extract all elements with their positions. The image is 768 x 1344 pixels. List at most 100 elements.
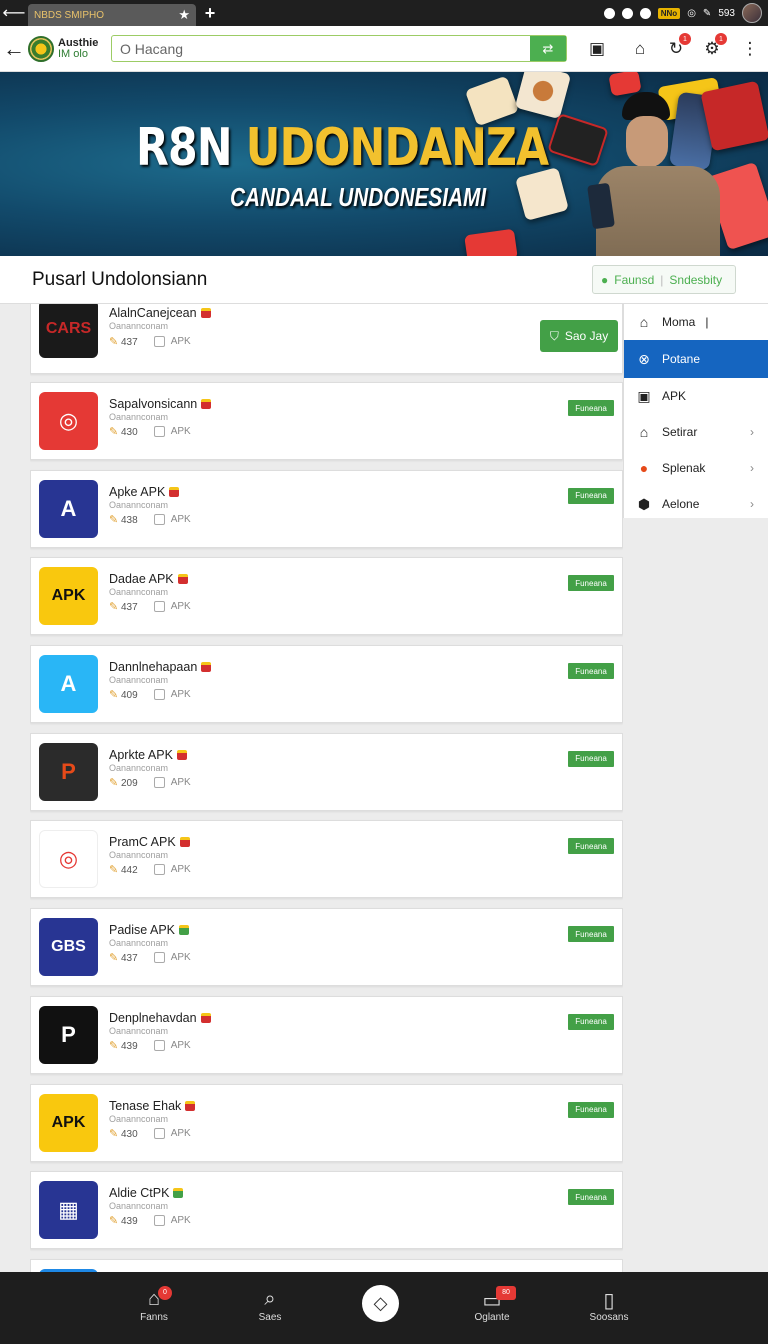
app-name-text: AlalnCanejcean (109, 306, 197, 320)
app-row[interactable]: GBS Padise APK Oanannconam ✎ 437 APK Funeana (30, 908, 623, 987)
url-field[interactable]: O Hacang ⇄ (111, 35, 567, 62)
tabs-grid-icon[interactable]: ▣ (585, 38, 609, 60)
package-icon (153, 689, 165, 701)
filter-left-label[interactable]: Faunsd (614, 273, 654, 287)
app-meta: ✎ 430 APK (109, 425, 191, 438)
app-name[interactable]: Aldie CtPK (109, 1186, 184, 1201)
status-button[interactable]: Funeana (568, 926, 614, 943)
app-name[interactable]: Aprkte APK (109, 748, 187, 762)
app-icon[interactable]: ◎ (39, 392, 98, 450)
site-logo-icon[interactable] (28, 35, 54, 62)
go-button[interactable]: ⇄ (530, 36, 566, 61)
home-badge: 0 (158, 1286, 172, 1300)
package-icon (153, 776, 165, 788)
side-menu-item[interactable]: ⊗ Potane (624, 340, 768, 378)
app-row[interactable]: APK Dadae APK Oanannconam ✎ 437 APK Funeana (30, 557, 623, 636)
filter-right-label[interactable]: Sndesbity (669, 273, 722, 287)
app-meta: ✎ 442 APK (109, 863, 191, 876)
app-row[interactable]: ▦ Aldie CtPK Oanannconam ✎ 439 APK Funeana (30, 1171, 623, 1250)
status-button[interactable]: Funeana (568, 1013, 614, 1030)
user-avatar[interactable] (742, 3, 762, 23)
package-icon (153, 601, 165, 613)
app-subtitle: Oanannconam (109, 587, 169, 598)
side-menu-item[interactable]: ⌂ Setirar › (624, 414, 768, 450)
app-icon[interactable]: P (39, 742, 98, 801)
package-icon (153, 952, 165, 964)
hero-banner[interactable]: R8N UDONDANZA CANDAAL UNDONESIAMI (0, 72, 768, 256)
rating-icon: ✎ (109, 336, 119, 348)
shop-button[interactable]: ⛉ Sao Jay (540, 320, 618, 352)
app-row[interactable]: ◎ PramC APK Oanannconam ✎ 442 APK Funeana (30, 820, 623, 899)
updates-badge: 80 (496, 1286, 516, 1300)
bag-icon: ⛉ (549, 328, 559, 343)
app-row[interactable]: A Dannlnehapaan Oanannconam ✎ 409 APK Funeana (30, 645, 623, 724)
app-name-text: Denplnehavdan (109, 1010, 197, 1025)
side-menu: ⌂ Moma | ⊗ Potane ▣ APK ⌂ Setirar › ● Splenak › ⬢ Aelo… (623, 304, 768, 518)
shield-icon: ◎ (687, 7, 696, 19)
nav-center-button[interactable]: ◇ (362, 1285, 399, 1322)
app-row[interactable]: CARS AlalnCanejcean Oanannconam ✎ 437 APK ⛉ Sa… (30, 304, 623, 374)
app-row[interactable]: P Denplnehavdan Oanannconam ✎ 439 APK Funeana (30, 995, 623, 1074)
status-button[interactable]: Funeana (568, 750, 614, 767)
app-name[interactable]: AlalnCanejcean (109, 306, 211, 320)
hero-title-yellow: UDONDANZA (245, 118, 549, 178)
app-row[interactable]: Ocalnellnaarian (30, 1258, 623, 1272)
url-input[interactable]: O Hacang (112, 41, 530, 57)
app-name[interactable]: Dadae APK (109, 572, 188, 586)
app-icon[interactable]: ▦ (39, 1181, 98, 1240)
app-name[interactable]: PramC APK (109, 835, 190, 849)
app-name[interactable]: Apke APK (109, 485, 180, 499)
nav-home[interactable]: ⌂ 0 Fanns (114, 1286, 194, 1323)
side-menu-item[interactable]: ▣ APK (624, 378, 768, 414)
bookmark-star-icon[interactable]: ★ (178, 7, 190, 23)
app-icon[interactable]: P (39, 1005, 98, 1064)
status-button[interactable]: Funeana (568, 838, 614, 855)
rating-value: 437 (121, 337, 138, 348)
battery-badge: NNo (657, 7, 681, 19)
side-menu-icon: ⊗ (638, 350, 650, 367)
app-icon[interactable]: A (39, 479, 98, 538)
app-row[interactable]: APK Tenase Ehak Oanannconam ✎ 430 APK Funeana (30, 1083, 623, 1162)
side-menu-item[interactable]: ⬢ Aelone › (624, 486, 768, 522)
app-name[interactable]: Tenase Ehak (109, 1099, 196, 1113)
status-button[interactable]: Funeana (568, 575, 614, 592)
extensions-icon[interactable]: ⚙ 1 (700, 33, 727, 60)
status-button[interactable]: Funeana (568, 663, 614, 680)
new-tab-icon[interactable]: + (196, 3, 224, 24)
more-menu-icon[interactable]: ⋮ (738, 38, 762, 60)
nav-updates[interactable]: ▭ 80 Oglante (452, 1286, 532, 1323)
browser-tab[interactable]: NBDS SMIPHO ★ (28, 4, 196, 26)
app-icon[interactable]: A (39, 655, 98, 714)
type-value: APK (170, 864, 191, 876)
nav-account[interactable]: ▯ Soosans (569, 1288, 649, 1323)
side-menu-label: Moma (662, 315, 696, 329)
filter-toggle[interactable]: ● Faunsd | Sndesbity (592, 265, 736, 294)
back-arrow-icon[interactable]: ← (0, 36, 28, 62)
rating: ✎ 437 (109, 600, 138, 613)
status-button[interactable]: Funeana (568, 487, 614, 504)
status-button[interactable]: Funeana (568, 1101, 614, 1118)
side-menu-item[interactable]: ● Splenak › (624, 450, 768, 486)
app-icon[interactable]: APK (39, 1093, 98, 1152)
status-button[interactable]: Funeana (568, 1189, 614, 1206)
package-icon (153, 1127, 165, 1139)
side-menu-item[interactable]: ⌂ Moma | (624, 304, 768, 340)
home-icon[interactable]: ⌂ (628, 38, 652, 60)
app-name[interactable]: Padise APK (109, 923, 190, 937)
app-icon[interactable]: ◎ (39, 830, 98, 889)
status-button[interactable]: Funeana (568, 400, 614, 416)
app-name-text: Aldie CtPK (109, 1186, 170, 1201)
promo-card-image (515, 167, 569, 221)
tab-back-icon[interactable]: ⟵ (0, 0, 28, 26)
app-row[interactable]: A Apke APK Oanannconam ✎ 438 APK Funeana (30, 469, 623, 548)
app-name[interactable]: Denplnehavdan (109, 1011, 211, 1025)
app-name[interactable]: Dannlnehapaan (109, 660, 212, 674)
app-icon[interactable]: GBS (39, 918, 98, 977)
app-row[interactable]: ◎ Sapalvonsicann Oanannconam ✎ 430 APK Funean… (30, 382, 623, 460)
refresh-icon[interactable]: ↻ 1 (664, 33, 691, 60)
app-icon[interactable]: APK (39, 567, 98, 626)
app-icon[interactable]: CARS (39, 304, 98, 358)
app-name[interactable]: Sapalvonsicann (109, 397, 212, 411)
nav-search[interactable]: ⌕ Saes (230, 1288, 310, 1323)
app-row[interactable]: P Aprkte APK Oanannconam ✎ 209 APK Funeana (30, 732, 623, 811)
